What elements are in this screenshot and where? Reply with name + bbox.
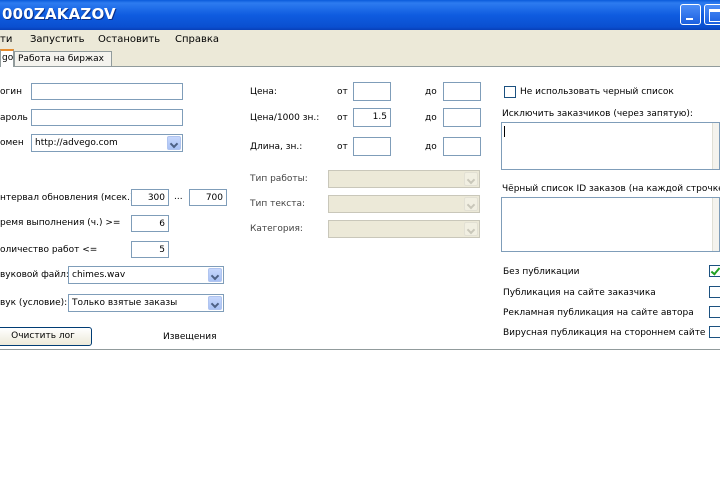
exclude-textarea[interactable] xyxy=(501,122,720,170)
scrollbar[interactable] xyxy=(712,123,719,169)
no-blacklist-checkbox[interactable] xyxy=(504,86,516,98)
category-label: Категория: xyxy=(250,224,303,234)
log-area[interactable] xyxy=(0,350,720,480)
text-type-label: Тип текста: xyxy=(250,199,306,209)
tab-exchanges[interactable]: Работа на биржах xyxy=(14,51,112,66)
time-input[interactable]: 6 xyxy=(131,215,169,232)
blacklist-textarea[interactable] xyxy=(501,197,720,252)
option-checkbox-no-publication[interactable] xyxy=(709,265,720,277)
sound-label: вуковой файл: xyxy=(0,270,69,280)
chevron-down-icon xyxy=(464,172,478,186)
window-title: 000ZAKAZOV xyxy=(2,5,116,23)
no-blacklist-label: Не использовать черный список xyxy=(520,87,674,97)
price-from-label: от xyxy=(337,87,348,97)
domain-value: http://advego.com xyxy=(35,138,118,148)
category-select xyxy=(328,220,480,238)
password-label: ароль xyxy=(0,113,28,123)
length-label: Длина, зн.: xyxy=(250,142,303,152)
menu-item-stop[interactable]: Остановить xyxy=(98,34,160,45)
password-input[interactable] xyxy=(31,109,183,126)
length-from-label: от xyxy=(337,142,348,152)
chevron-down-icon xyxy=(464,222,478,236)
chevron-down-icon xyxy=(464,197,478,211)
sound-value: chimes.wav xyxy=(72,270,126,280)
per1000-to-label: до xyxy=(425,113,437,123)
chevron-down-icon[interactable] xyxy=(167,136,181,150)
per1000-to-input[interactable] xyxy=(443,108,481,127)
exclude-label: Исключить заказчиков (через запятую): xyxy=(502,109,693,119)
price-per1000-label: Цена/1000 зн.: xyxy=(250,113,320,123)
option-label-third-party-site: Вирусная публикация на стороннем сайте xyxy=(503,328,706,338)
work-type-label: Тип работы: xyxy=(250,174,308,184)
text-type-select xyxy=(328,195,480,213)
time-label: ремя выполнения (ч.) >= xyxy=(0,218,121,228)
per1000-from-label: от xyxy=(337,113,348,123)
interval-separator: ... xyxy=(174,192,183,202)
menu-item-start[interactable]: Запустить xyxy=(30,34,85,45)
option-label-customer-site: Публикация на сайте заказчика xyxy=(503,288,656,298)
clear-log-button[interactable]: Очистить лог xyxy=(0,327,92,346)
domain-select[interactable]: http://advego.com xyxy=(31,134,183,152)
interval-from-input[interactable]: 300 xyxy=(131,189,169,206)
option-checkbox-customer-site[interactable] xyxy=(709,286,720,298)
notices-label: Извещения xyxy=(163,332,217,342)
menu-item-help[interactable]: Справка xyxy=(175,34,219,45)
sound-select[interactable]: chimes.wav xyxy=(68,266,224,284)
option-checkbox-author-site[interactable] xyxy=(709,306,720,318)
text-caret xyxy=(504,126,505,137)
condition-select[interactable]: Только взятые заказы xyxy=(68,294,224,312)
login-label: огин xyxy=(0,87,22,97)
interval-to-input[interactable]: 700 xyxy=(189,189,227,206)
count-label: оличество работ <= xyxy=(0,245,98,255)
price-to-label: до xyxy=(425,87,437,97)
length-to-input[interactable] xyxy=(443,137,481,156)
price-from-input[interactable] xyxy=(353,82,391,101)
length-from-input[interactable] xyxy=(353,137,391,156)
price-to-input[interactable] xyxy=(443,82,481,101)
price-label: Цена: xyxy=(250,87,277,97)
option-checkbox-third-party-site[interactable] xyxy=(709,326,720,338)
count-input[interactable]: 5 xyxy=(131,241,169,258)
blacklist-label: Чёрный список ID заказов (на каждой стро… xyxy=(502,184,720,194)
option-label-author-site: Рекламная публикация на сайте автора xyxy=(503,308,694,318)
option-label-no-publication: Без публикации xyxy=(503,267,580,277)
length-to-label: до xyxy=(425,142,437,152)
chevron-down-icon[interactable] xyxy=(208,296,222,310)
domain-label: омен xyxy=(0,138,24,148)
per1000-from-input[interactable]: 1.5 xyxy=(353,108,391,127)
condition-value: Только взятые заказы xyxy=(72,298,178,308)
tab-advego[interactable]: go xyxy=(0,49,14,67)
chevron-down-icon[interactable] xyxy=(208,268,222,282)
scrollbar[interactable] xyxy=(712,198,719,251)
minimize-button[interactable] xyxy=(680,4,701,25)
login-input[interactable] xyxy=(31,83,183,100)
maximize-button[interactable] xyxy=(704,4,720,25)
menu-item-settings[interactable]: ти xyxy=(0,34,12,45)
condition-label: вук (условие): xyxy=(0,298,68,308)
work-type-select xyxy=(328,170,480,188)
interval-label: нтервал обновления (мсек.) xyxy=(0,193,134,203)
